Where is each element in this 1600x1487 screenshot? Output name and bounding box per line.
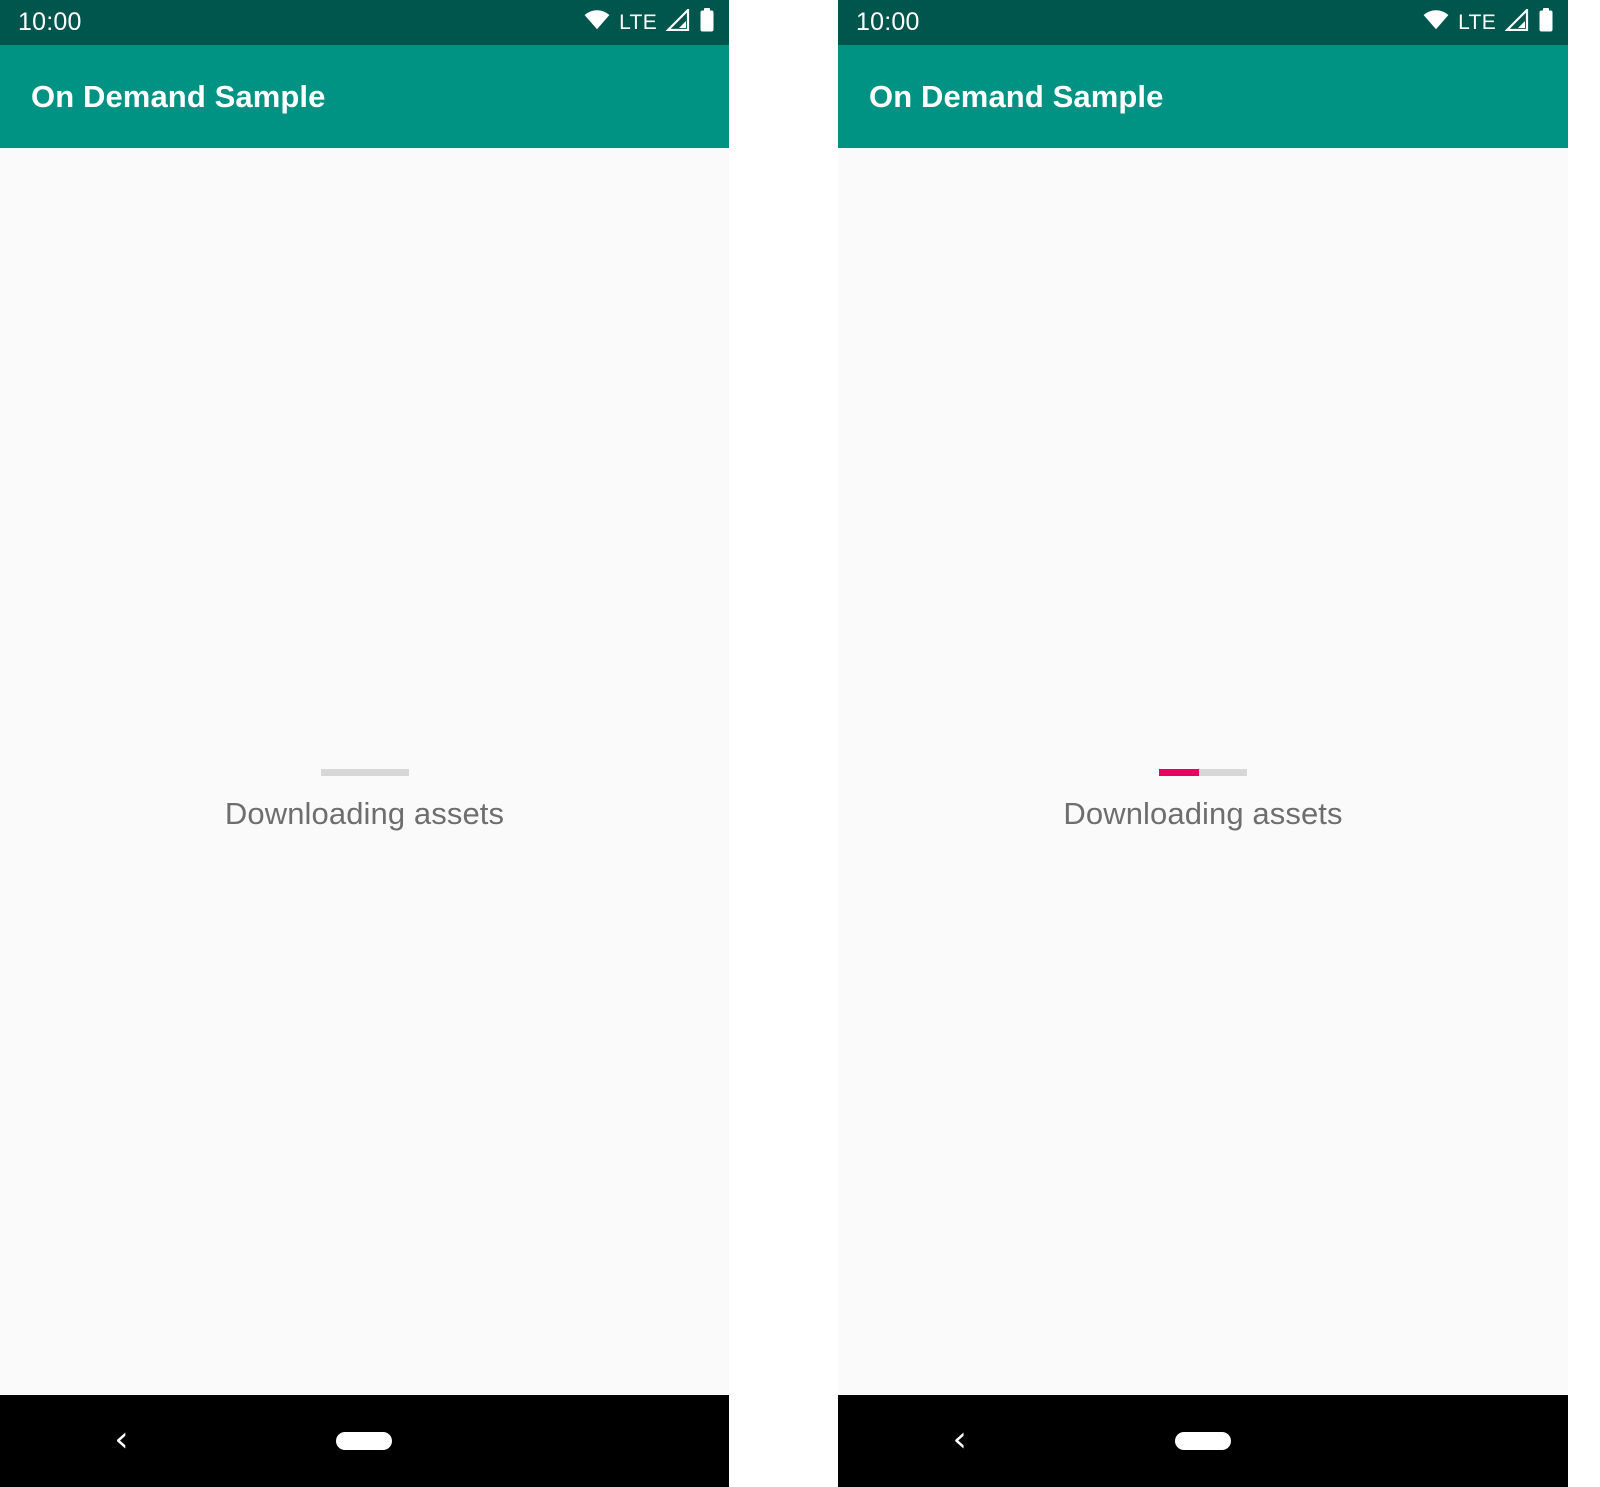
home-pill-icon — [1174, 1432, 1231, 1450]
network-type-label: LTE — [619, 11, 657, 34]
system-navigation-bar: ‹ — [838, 1395, 1568, 1487]
screenshot-pair: 10:00 LTE On Demand Sample Downloading a… — [0, 0, 1600, 1487]
app-bar: On Demand Sample — [0, 45, 729, 148]
back-button[interactable]: ‹ — [838, 1395, 1081, 1487]
content-area: Downloading assets — [838, 148, 1568, 1395]
phone-screen-right: 10:00 LTE On Demand Sample Downloading a… — [838, 0, 1568, 1487]
status-bar-icons: LTE — [584, 7, 715, 37]
download-progress-bar — [320, 769, 409, 776]
back-button[interactable]: ‹ — [0, 1395, 243, 1487]
download-status-label: Downloading assets — [224, 796, 505, 831]
signal-icon — [1504, 7, 1529, 36]
download-status-block: Downloading assets — [0, 769, 729, 831]
home-pill-icon — [336, 1432, 393, 1450]
app-bar-title: On Demand Sample — [31, 79, 326, 114]
chevron-left-icon: ‹ — [114, 1419, 129, 1460]
app-bar: On Demand Sample — [838, 45, 1568, 148]
status-bar-icons: LTE — [1423, 7, 1554, 37]
network-type-label: LTE — [1458, 11, 1496, 34]
system-navigation-bar: ‹ — [0, 1395, 729, 1487]
status-bar-clock: 10:00 — [856, 8, 920, 36]
app-bar-title: On Demand Sample — [869, 79, 1164, 114]
status-bar: 10:00 LTE — [838, 0, 1568, 45]
phone-screen-left: 10:00 LTE On Demand Sample Downloading a… — [0, 0, 729, 1487]
wifi-icon — [584, 10, 610, 35]
wifi-icon — [1423, 10, 1449, 35]
battery-icon — [699, 8, 715, 37]
status-bar-clock: 10:00 — [18, 8, 82, 36]
download-progress-bar — [1159, 769, 1247, 776]
download-status-block: Downloading assets — [838, 769, 1568, 831]
home-button[interactable] — [1081, 1395, 1324, 1487]
status-bar: 10:00 LTE — [0, 0, 729, 45]
download-status-label: Downloading assets — [1063, 796, 1343, 831]
content-area: Downloading assets — [0, 148, 729, 1395]
chevron-left-icon: ‹ — [952, 1419, 967, 1460]
home-button[interactable] — [243, 1395, 486, 1487]
signal-icon — [665, 7, 690, 36]
download-progress-fill — [1159, 769, 1199, 776]
battery-icon — [1538, 8, 1554, 37]
